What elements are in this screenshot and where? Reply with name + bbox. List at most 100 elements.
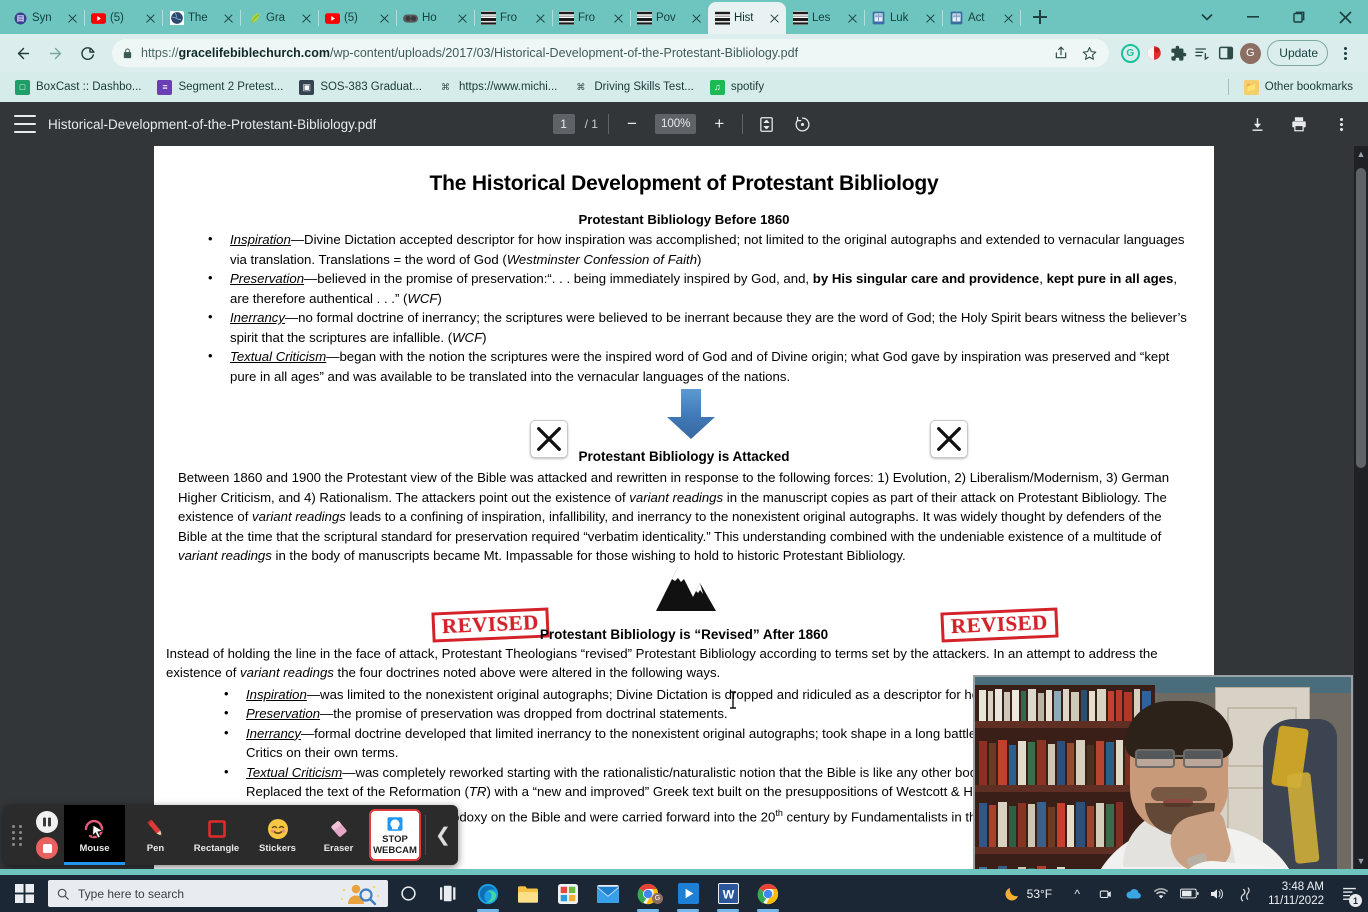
- bookmark-star-icon[interactable]: [1079, 43, 1099, 63]
- mail-icon[interactable]: [588, 875, 628, 912]
- grammarly-icon[interactable]: G: [1119, 42, 1141, 64]
- weather-widget[interactable]: 53°F: [997, 885, 1062, 903]
- close-icon[interactable]: [767, 11, 782, 26]
- browser-tab-12[interactable]: Act: [942, 2, 1021, 34]
- file-explorer-icon[interactable]: [508, 875, 548, 912]
- taskbar-search-input[interactable]: Type here to search: [48, 880, 388, 907]
- extensions-puzzle-icon[interactable]: [1167, 42, 1189, 64]
- tool-stickers[interactable]: Stickers: [247, 805, 308, 865]
- chrome-menu-button[interactable]: [1330, 38, 1360, 68]
- browser-tab-4[interactable]: (5): [318, 2, 397, 34]
- browser-tab-2[interactable]: The: [162, 2, 241, 34]
- clock[interactable]: 3:48 AM 11/11/2022: [1260, 880, 1332, 908]
- volume-icon[interactable]: [1204, 875, 1230, 912]
- tool-rectangle[interactable]: Rectangle: [186, 805, 247, 865]
- bookmark-item-5[interactable]: ♫ spotify: [703, 77, 771, 98]
- address-bar[interactable]: https://gracelifebiblechurch.com/wp-cont…: [112, 39, 1110, 67]
- bookmark-item-2[interactable]: ▣ SOS-383 Graduat...: [292, 77, 429, 98]
- close-icon[interactable]: [299, 11, 314, 26]
- update-button[interactable]: Update: [1267, 40, 1328, 66]
- share-icon[interactable]: [1051, 43, 1071, 63]
- side-panel-icon[interactable]: [1215, 42, 1237, 64]
- scroll-down-arrow[interactable]: ▼: [1354, 853, 1368, 869]
- browser-tab-5[interactable]: Ho: [396, 2, 475, 34]
- pen-tray-icon[interactable]: [1232, 875, 1258, 912]
- more-options-icon[interactable]: [1328, 111, 1354, 137]
- tool-mouse[interactable]: Mouse: [64, 805, 125, 865]
- task-view-icon[interactable]: [428, 875, 468, 912]
- browser-tab-8[interactable]: Pov: [630, 2, 709, 34]
- zoom-in-button[interactable]: +: [706, 111, 732, 137]
- new-tab-button[interactable]: [1026, 3, 1054, 31]
- close-icon[interactable]: [221, 11, 236, 26]
- reading-list-icon[interactable]: [1191, 42, 1213, 64]
- close-icon[interactable]: [1001, 11, 1016, 26]
- scroll-up-arrow[interactable]: ▲: [1354, 146, 1368, 162]
- media-player-icon[interactable]: [668, 875, 708, 912]
- close-icon[interactable]: [533, 11, 548, 26]
- bookmarks-bar: □ BoxCast :: Dashbo... ≡ Segment 2 Pretest.…: [0, 72, 1368, 102]
- camera-tray-icon[interactable]: [1092, 875, 1118, 912]
- collapse-left-icon[interactable]: ❮: [430, 805, 456, 865]
- zoom-level-display[interactable]: 100%: [654, 114, 697, 134]
- browser-tab-6[interactable]: Fro: [474, 2, 553, 34]
- close-icon[interactable]: [845, 11, 860, 26]
- close-icon[interactable]: [689, 11, 704, 26]
- windows-start-icon[interactable]: [0, 875, 48, 912]
- word-icon[interactable]: W: [708, 875, 748, 912]
- profile-avatar[interactable]: G: [1239, 42, 1261, 64]
- onedrive-icon[interactable]: [1120, 875, 1146, 912]
- browser-tab-10[interactable]: Les: [786, 2, 865, 34]
- close-icon[interactable]: [377, 11, 392, 26]
- other-bookmarks-folder[interactable]: 📁 Other bookmarks: [1237, 77, 1360, 98]
- page-number-input[interactable]: [552, 114, 575, 134]
- reload-button[interactable]: [72, 38, 102, 68]
- close-icon[interactable]: [1322, 0, 1368, 34]
- tool-pen[interactable]: Pen: [125, 805, 186, 865]
- pdf-scrollbar-thumb[interactable]: [1356, 168, 1366, 468]
- chrome-active-icon[interactable]: [748, 875, 788, 912]
- back-button[interactable]: [8, 38, 38, 68]
- tab-search-chevron-down-icon[interactable]: [1184, 0, 1230, 34]
- zoom-out-button[interactable]: −: [619, 111, 645, 137]
- browser-tab-7[interactable]: Fro: [552, 2, 631, 34]
- minimize-icon[interactable]: [1230, 0, 1276, 34]
- browser-tab-3[interactable]: Gra: [240, 2, 319, 34]
- show-hidden-icons[interactable]: ^: [1064, 875, 1090, 912]
- browser-tab-9[interactable]: Hist: [708, 2, 786, 34]
- cortana-icon[interactable]: [388, 875, 428, 912]
- chrome-icon[interactable]: G: [628, 875, 668, 912]
- tool-eraser[interactable]: Eraser: [308, 805, 369, 865]
- pause-icon[interactable]: [36, 811, 58, 833]
- browser-tab-1[interactable]: (5): [84, 2, 163, 34]
- hamburger-menu-icon[interactable]: [14, 115, 36, 133]
- browser-tab-11[interactable]: Luk: [864, 2, 943, 34]
- bookmark-item-3[interactable]: ⌘ https://www.michi...: [431, 77, 564, 98]
- bookmark-item-4[interactable]: ⌘ Driving Skills Test...: [566, 77, 700, 98]
- bookmark-item-0[interactable]: □ BoxCast :: Dashbo...: [8, 77, 148, 98]
- notification-icon[interactable]: 1: [1334, 875, 1364, 912]
- rotate-icon[interactable]: [789, 111, 815, 137]
- close-icon[interactable]: [455, 11, 470, 26]
- stop-record-icon[interactable]: [36, 837, 58, 859]
- pdf-scrollbar[interactable]: ▲ ▼: [1354, 146, 1368, 869]
- wifi-icon[interactable]: [1148, 875, 1174, 912]
- stop-webcam-button[interactable]: STOP WEBCAM: [369, 809, 421, 861]
- drag-handle-icon[interactable]: [4, 805, 30, 865]
- print-icon[interactable]: [1286, 111, 1312, 137]
- restore-icon[interactable]: [1276, 0, 1322, 34]
- close-icon[interactable]: [143, 11, 158, 26]
- battery-icon[interactable]: [1176, 875, 1202, 912]
- microsoft-edge-icon[interactable]: [468, 875, 508, 912]
- close-icon[interactable]: [65, 11, 80, 26]
- bookmark-item-1[interactable]: ≡ Segment 2 Pretest...: [150, 77, 290, 98]
- fit-page-icon[interactable]: [753, 111, 779, 137]
- close-icon[interactable]: [923, 11, 938, 26]
- microsoft-store-icon[interactable]: [548, 875, 588, 912]
- close-icon[interactable]: [611, 11, 626, 26]
- download-icon[interactable]: [1244, 111, 1270, 137]
- adblock-icon[interactable]: [1143, 42, 1165, 64]
- forward-button[interactable]: [40, 38, 70, 68]
- browser-tab-0[interactable]: Syn: [6, 2, 85, 34]
- webcam-overlay[interactable]: [973, 675, 1353, 869]
